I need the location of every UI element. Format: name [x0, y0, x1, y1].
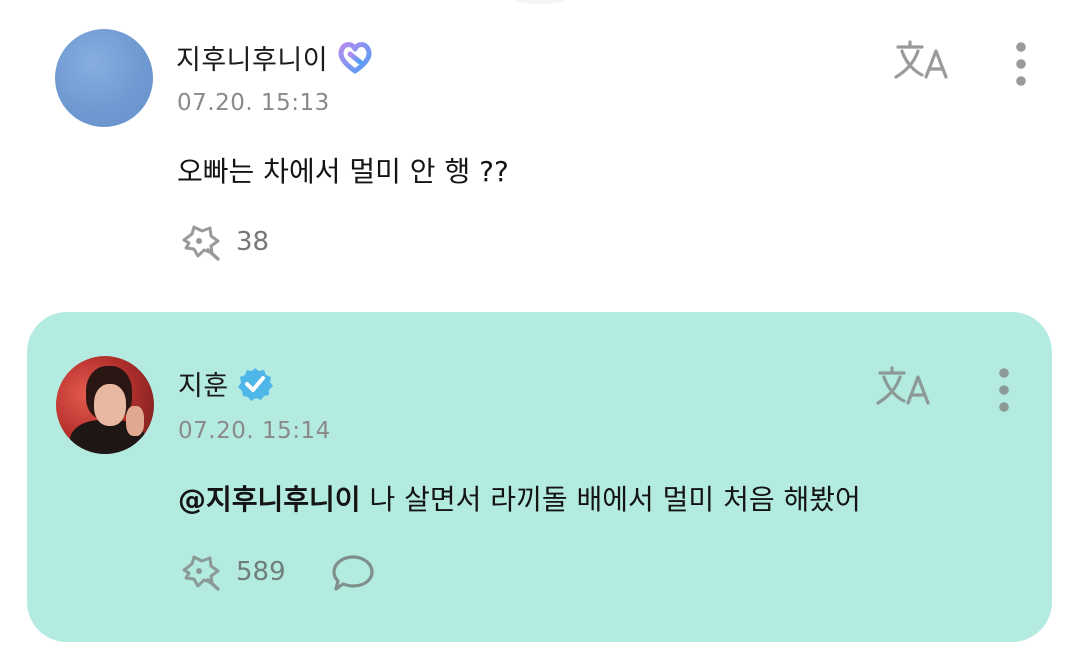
- like-button[interactable]: 589: [178, 552, 286, 592]
- timestamp: 07.20. 15:13: [177, 90, 330, 116]
- translate-icon: [876, 366, 930, 405]
- reply-card: [27, 312, 1052, 642]
- translate-icon: [894, 40, 948, 79]
- avatar[interactable]: [55, 29, 153, 127]
- like-count: 589: [236, 557, 286, 587]
- more-options-button[interactable]: [1006, 40, 1036, 88]
- comment-text: 오빠는 차에서 멀미 안 행 ??: [177, 155, 509, 188]
- reply-text: @지후니후니이 나 살면서 라끼돌 배에서 멀미 처음 해봤어: [178, 478, 861, 518]
- speech-bubble-icon: [332, 555, 374, 591]
- timestamp: 07.20. 15:14: [178, 418, 331, 444]
- reply-header: 지훈: [178, 364, 273, 403]
- like-count: 38: [236, 227, 270, 257]
- comment-item: 지후니후니이 07.20. 15:13 오빠는 차에서 멀미 안 행 ?? 38: [0, 0, 1080, 300]
- like-button[interactable]: 38: [178, 222, 269, 262]
- mention-link[interactable]: @지후니후니이: [178, 483, 361, 516]
- like-icon: [178, 552, 224, 592]
- translate-button[interactable]: [890, 38, 954, 84]
- comment-header: 지후니후니이: [176, 38, 374, 77]
- reply-message: 나 살면서 라끼돌 배에서 멀미 처음 해봤어: [369, 483, 861, 516]
- heart-badge-icon: [336, 40, 374, 76]
- translate-button[interactable]: [872, 364, 936, 410]
- reply-comment-button[interactable]: [330, 552, 376, 594]
- verified-badge-icon: [237, 366, 273, 402]
- like-icon: [178, 222, 224, 262]
- username[interactable]: 지후니후니이: [176, 38, 328, 77]
- more-vertical-icon: [1016, 42, 1026, 86]
- more-vertical-icon: [999, 368, 1009, 412]
- more-options-button[interactable]: [989, 366, 1019, 414]
- avatar[interactable]: [56, 356, 154, 454]
- username[interactable]: 지훈: [178, 364, 229, 403]
